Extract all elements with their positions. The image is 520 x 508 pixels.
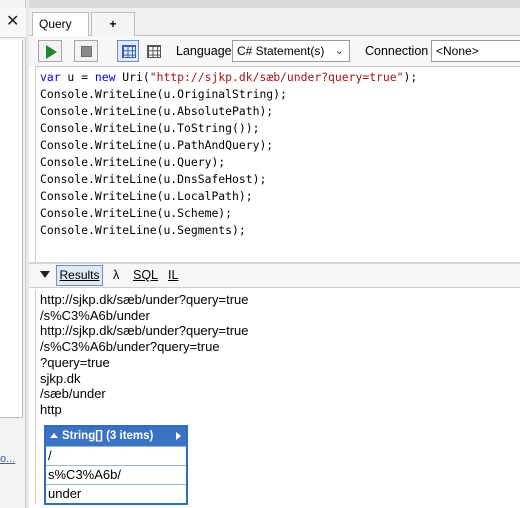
connection-select[interactable]: <None> — [431, 40, 520, 62]
sequence-row: s%C3%A6b/ — [46, 465, 186, 484]
code-line: Console.WriteLine(u.Segments); — [40, 222, 520, 239]
output-line: http://sjkp.dk/sæb/under?query=true — [40, 292, 249, 307]
sequence-row: under — [46, 484, 186, 503]
code-text: u = — [60, 70, 95, 84]
stop-button[interactable] — [74, 40, 98, 62]
tab-results[interactable]: Results — [56, 265, 103, 286]
close-icon[interactable]: ✕ — [6, 14, 19, 30]
code-line: Console.WriteLine(u.Query); — [40, 154, 520, 171]
code-lines: var u = new Uri("http://sjkp.dk/sæb/unde… — [36, 67, 520, 239]
code-line: Console.WriteLine(u.DnsSafeHost); — [40, 171, 520, 188]
code-string: "http://sjkp.dk/sæb/under?query=true" — [149, 70, 404, 84]
code-line: Console.WriteLine(u.LocalPath); — [40, 188, 520, 205]
code-line: Console.WriteLine(u.PathAndQuery); — [40, 137, 520, 154]
code-text: Console.WriteLine(u.OriginalString); — [40, 87, 287, 101]
code-text: Console.WriteLine(u.Scheme); — [40, 206, 233, 220]
window-top-strip — [0, 0, 520, 8]
language-select-value: C# Statement(s) — [237, 44, 325, 58]
language-label: Language — [176, 44, 232, 58]
collapse-up-icon — [50, 433, 58, 438]
connection-select-value: <None> — [436, 44, 479, 58]
code-line: Console.WriteLine(u.OriginalString); — [40, 86, 520, 103]
explorer-list[interactable] — [0, 40, 23, 418]
run-button[interactable] — [38, 40, 62, 62]
play-icon — [46, 45, 57, 59]
tab-sql[interactable]: SQL — [133, 268, 158, 282]
output-lines: http://sjkp.dk/sæb/under?query=true/s%C3… — [36, 290, 520, 418]
sequence-table: String[] (3 items) / s%C3%A6b/under — [44, 425, 188, 505]
code-line: Console.WriteLine(u.ToString()); — [40, 120, 520, 137]
code-text: Console.WriteLine(u.ToString()); — [40, 121, 260, 135]
code-text: ); — [403, 70, 418, 84]
language-select[interactable]: C# Statement(s) ⌄ — [232, 40, 350, 62]
results-to-rich-text-button[interactable] — [117, 40, 139, 62]
data-grid-icon — [147, 45, 161, 58]
code-line: Console.WriteLine(u.Scheme); — [40, 205, 520, 222]
tab-lambda[interactable]: λ — [113, 268, 119, 282]
sequence-rows: / s%C3%A6b/under — [46, 446, 186, 503]
chevron-down-icon: ⌄ — [334, 45, 344, 57]
left-panel: ✕ o... — [0, 0, 26, 508]
connection-label: Connection — [365, 44, 429, 58]
code-editor[interactable]: var u = new Uri("http://sjkp.dk/sæb/unde… — [35, 66, 520, 262]
code-line: Console.WriteLine(u.AbsolutePath); — [40, 103, 520, 120]
left-panel-link[interactable]: o... — [0, 453, 15, 465]
output-line: /s%C3%A6b/under?query=true — [40, 339, 220, 355]
rich-grid-icon — [122, 45, 136, 58]
output-line: sjkp.dk — [40, 370, 81, 386]
code-text: Console.WriteLine(u.LocalPath); — [40, 189, 253, 203]
sequence-header-label: String[] (3 items) — [62, 430, 154, 442]
results-toolbar: Results λ SQL IL — [29, 264, 520, 288]
output-line: http — [40, 401, 62, 417]
output-line: ?query=true — [40, 354, 110, 370]
output-line: /sæb/under — [40, 386, 106, 402]
stop-icon — [81, 46, 92, 57]
code-text: Console.WriteLine(u.DnsSafeHost); — [40, 172, 267, 186]
sequence-row: / — [46, 446, 186, 465]
expand-right-icon[interactable] — [176, 432, 181, 440]
results-to-grid-button[interactable] — [142, 40, 164, 62]
results-output: http://sjkp.dk/sæb/under?query=true/s%C3… — [35, 290, 520, 505]
collapse-triangle-icon[interactable] — [40, 271, 50, 278]
code-text: Uri( — [115, 70, 150, 84]
tab-il[interactable]: IL — [168, 268, 178, 282]
panel-splitter[interactable] — [26, 0, 29, 508]
tab-results-label: Results — [59, 268, 100, 282]
query-toolbar: Language C# Statement(s) ⌄ Connection <N… — [29, 36, 520, 66]
code-line: var u = new Uri("http://sjkp.dk/sæb/unde… — [40, 69, 520, 86]
tab-query-1[interactable]: Query 1* — [32, 12, 89, 53]
code-keyword: var — [40, 70, 61, 84]
sequence-header[interactable]: String[] (3 items) — [46, 427, 186, 446]
output-line: /s%C3%A6b/under — [40, 307, 150, 323]
code-text: Console.WriteLine(u.AbsolutePath); — [40, 104, 274, 118]
add-tab-button[interactable]: + — [91, 12, 135, 37]
code-text: Console.WriteLine(u.Query); — [40, 155, 226, 169]
code-text: Console.WriteLine(u.PathAndQuery); — [40, 138, 274, 152]
code-text: Console.WriteLine(u.Segments); — [40, 223, 246, 237]
query-tabbar: Query 1* + — [29, 8, 520, 53]
output-line: http://sjkp.dk/sæb/under?query=true — [40, 323, 249, 339]
code-keyword: new — [94, 70, 116, 84]
